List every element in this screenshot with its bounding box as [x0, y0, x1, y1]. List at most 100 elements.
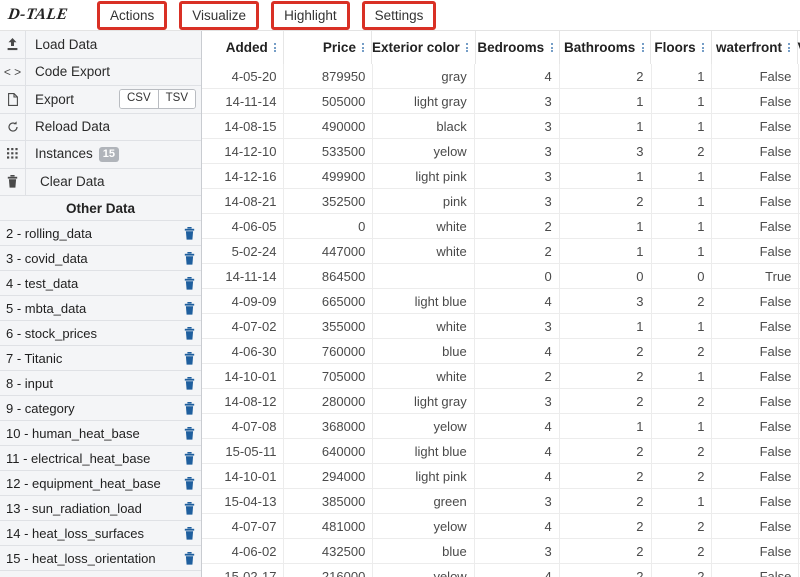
table-row[interactable]: 14-08-21352500pink321False0	[184, 189, 800, 214]
sidebar-item-instances[interactable]: Instances 15	[0, 141, 201, 169]
table-cell[interactable]: light pink	[373, 164, 475, 188]
table-cell[interactable]: white	[373, 364, 475, 388]
table-cell[interactable]: 2	[651, 539, 713, 563]
table-cell[interactable]: 4	[474, 564, 560, 577]
table-cell[interactable]: 1	[559, 239, 652, 263]
table-cell[interactable]: 4	[474, 64, 560, 88]
table-row[interactable]: 15-05-11640000light blue422False0	[184, 439, 800, 464]
table-row[interactable]: 14-08-12280000light gray322False0	[184, 389, 800, 414]
table-cell[interactable]: yelow	[373, 514, 475, 538]
trash-icon[interactable]	[177, 326, 201, 340]
table-cell[interactable]: blue	[373, 339, 475, 363]
table-cell[interactable]: 294000	[284, 464, 374, 488]
table-cell[interactable]: 4	[474, 514, 560, 538]
table-cell[interactable]: False	[712, 214, 800, 238]
table-cell[interactable]: 216000	[284, 564, 374, 577]
table-cell[interactable]: 1	[651, 114, 713, 138]
table-row[interactable]: 15-04-13385000green321False0	[184, 489, 800, 514]
table-cell[interactable]: 3	[474, 89, 560, 113]
table-cell[interactable]: 2	[651, 439, 713, 463]
column-header-price[interactable]: Price	[283, 31, 372, 64]
table-cell[interactable]: 1	[651, 64, 713, 88]
column-header-exterior-color[interactable]: Exterior color	[371, 31, 476, 64]
other-data-item[interactable]: 9 - category	[0, 396, 201, 421]
table-cell[interactable]: False	[712, 64, 800, 88]
table-cell[interactable]: 490000	[284, 114, 374, 138]
table-cell[interactable]: yelow	[373, 564, 475, 577]
table-cell[interactable]: 0	[284, 214, 374, 238]
table-cell[interactable]: False	[712, 514, 800, 538]
column-menu-icon[interactable]	[358, 43, 369, 52]
table-cell[interactable]: green	[373, 489, 475, 513]
table-cell[interactable]: 0	[559, 264, 652, 288]
table-row[interactable]: 14-10-01294000light pink422False0	[184, 464, 800, 489]
table-cell[interactable]: 368000	[284, 414, 374, 438]
trash-icon[interactable]	[177, 451, 201, 465]
table-cell[interactable]: 4	[474, 414, 560, 438]
export-tsv-button[interactable]: TSV	[157, 90, 195, 109]
other-data-item[interactable]: 14 - heat_loss_surfaces	[0, 521, 201, 546]
trash-icon[interactable]	[177, 301, 201, 315]
table-cell[interactable]: 3	[559, 289, 652, 313]
table-cell[interactable]: 2	[651, 564, 713, 577]
table-cell[interactable]: 355000	[284, 314, 374, 338]
table-cell[interactable]: 1	[651, 89, 713, 113]
table-cell[interactable]: white	[373, 314, 475, 338]
table-row[interactable]: 15-02-17216000yelow422False0	[184, 564, 800, 577]
table-cell[interactable]: False	[712, 289, 800, 313]
table-row[interactable]: 14-11-14864500000True0	[184, 264, 800, 289]
table-cell[interactable]: 2	[651, 139, 713, 163]
table-cell[interactable]: False	[712, 389, 800, 413]
sidebar-item-load-data[interactable]: Load Data	[0, 31, 201, 59]
table-cell[interactable]: yelow	[373, 414, 475, 438]
table-row[interactable]: 4-09-09665000light blue432False0	[184, 289, 800, 314]
table-cell[interactable]: False	[712, 464, 800, 488]
table-cell[interactable]: 3	[559, 139, 652, 163]
table-cell[interactable]: 3	[474, 164, 560, 188]
table-cell[interactable]: 879950	[284, 64, 374, 88]
column-menu-icon[interactable]	[637, 43, 648, 52]
menu-item-actions[interactable]: Actions	[97, 0, 168, 30]
trash-icon[interactable]	[177, 551, 201, 565]
trash-icon[interactable]	[177, 351, 201, 365]
menu-item-settings[interactable]: Settings	[361, 0, 437, 30]
table-cell[interactable]: False	[712, 314, 800, 338]
table-cell[interactable]: 1	[651, 214, 713, 238]
table-cell[interactable]: 2	[651, 339, 713, 363]
table-cell[interactable]: False	[712, 139, 800, 163]
trash-icon[interactable]	[177, 501, 201, 515]
table-cell[interactable]: 3	[474, 314, 560, 338]
column-menu-icon[interactable]	[270, 43, 281, 52]
table-row[interactable]: 4-07-08368000yelow411False0	[184, 414, 800, 439]
trash-icon[interactable]	[177, 226, 201, 240]
table-cell[interactable]: 3	[474, 114, 560, 138]
trash-icon[interactable]	[177, 276, 201, 290]
table-cell[interactable]: 640000	[284, 439, 374, 463]
other-data-item[interactable]: 13 - sun_radiation_load	[0, 496, 201, 521]
table-cell[interactable]: 481000	[284, 514, 374, 538]
table-cell[interactable]: False	[712, 564, 800, 577]
table-cell[interactable]: False	[712, 539, 800, 563]
other-data-item[interactable]: 11 - electrical_heat_base	[0, 446, 201, 471]
table-cell[interactable]: 3	[474, 539, 560, 563]
table-row[interactable]: 4-07-02355000white311False0	[184, 314, 800, 339]
trash-icon[interactable]	[177, 526, 201, 540]
table-cell[interactable]: 2	[559, 514, 652, 538]
sidebar-item-code-export[interactable]: < > Code Export	[0, 58, 201, 86]
column-header-bedrooms[interactable]: Bedrooms	[475, 31, 561, 64]
table-cell[interactable]: 1	[559, 414, 652, 438]
table-cell[interactable]: 505000	[284, 89, 374, 113]
table-cell[interactable]: 3	[474, 389, 560, 413]
table-row[interactable]: 5-02-24447000white211False2	[184, 239, 800, 264]
table-cell[interactable]: 2	[474, 239, 560, 263]
table-cell[interactable]: blue	[373, 539, 475, 563]
other-data-item[interactable]: 6 - stock_prices	[0, 321, 201, 346]
table-cell[interactable]: light pink	[373, 464, 475, 488]
trash-icon[interactable]	[177, 251, 201, 265]
table-cell[interactable]: light gray	[373, 89, 475, 113]
table-cell[interactable]: 2	[474, 214, 560, 238]
table-cell[interactable]: 1	[559, 214, 652, 238]
table-cell[interactable]: 352500	[284, 189, 374, 213]
table-cell[interactable]: False	[712, 439, 800, 463]
table-cell[interactable]: 4	[474, 464, 560, 488]
